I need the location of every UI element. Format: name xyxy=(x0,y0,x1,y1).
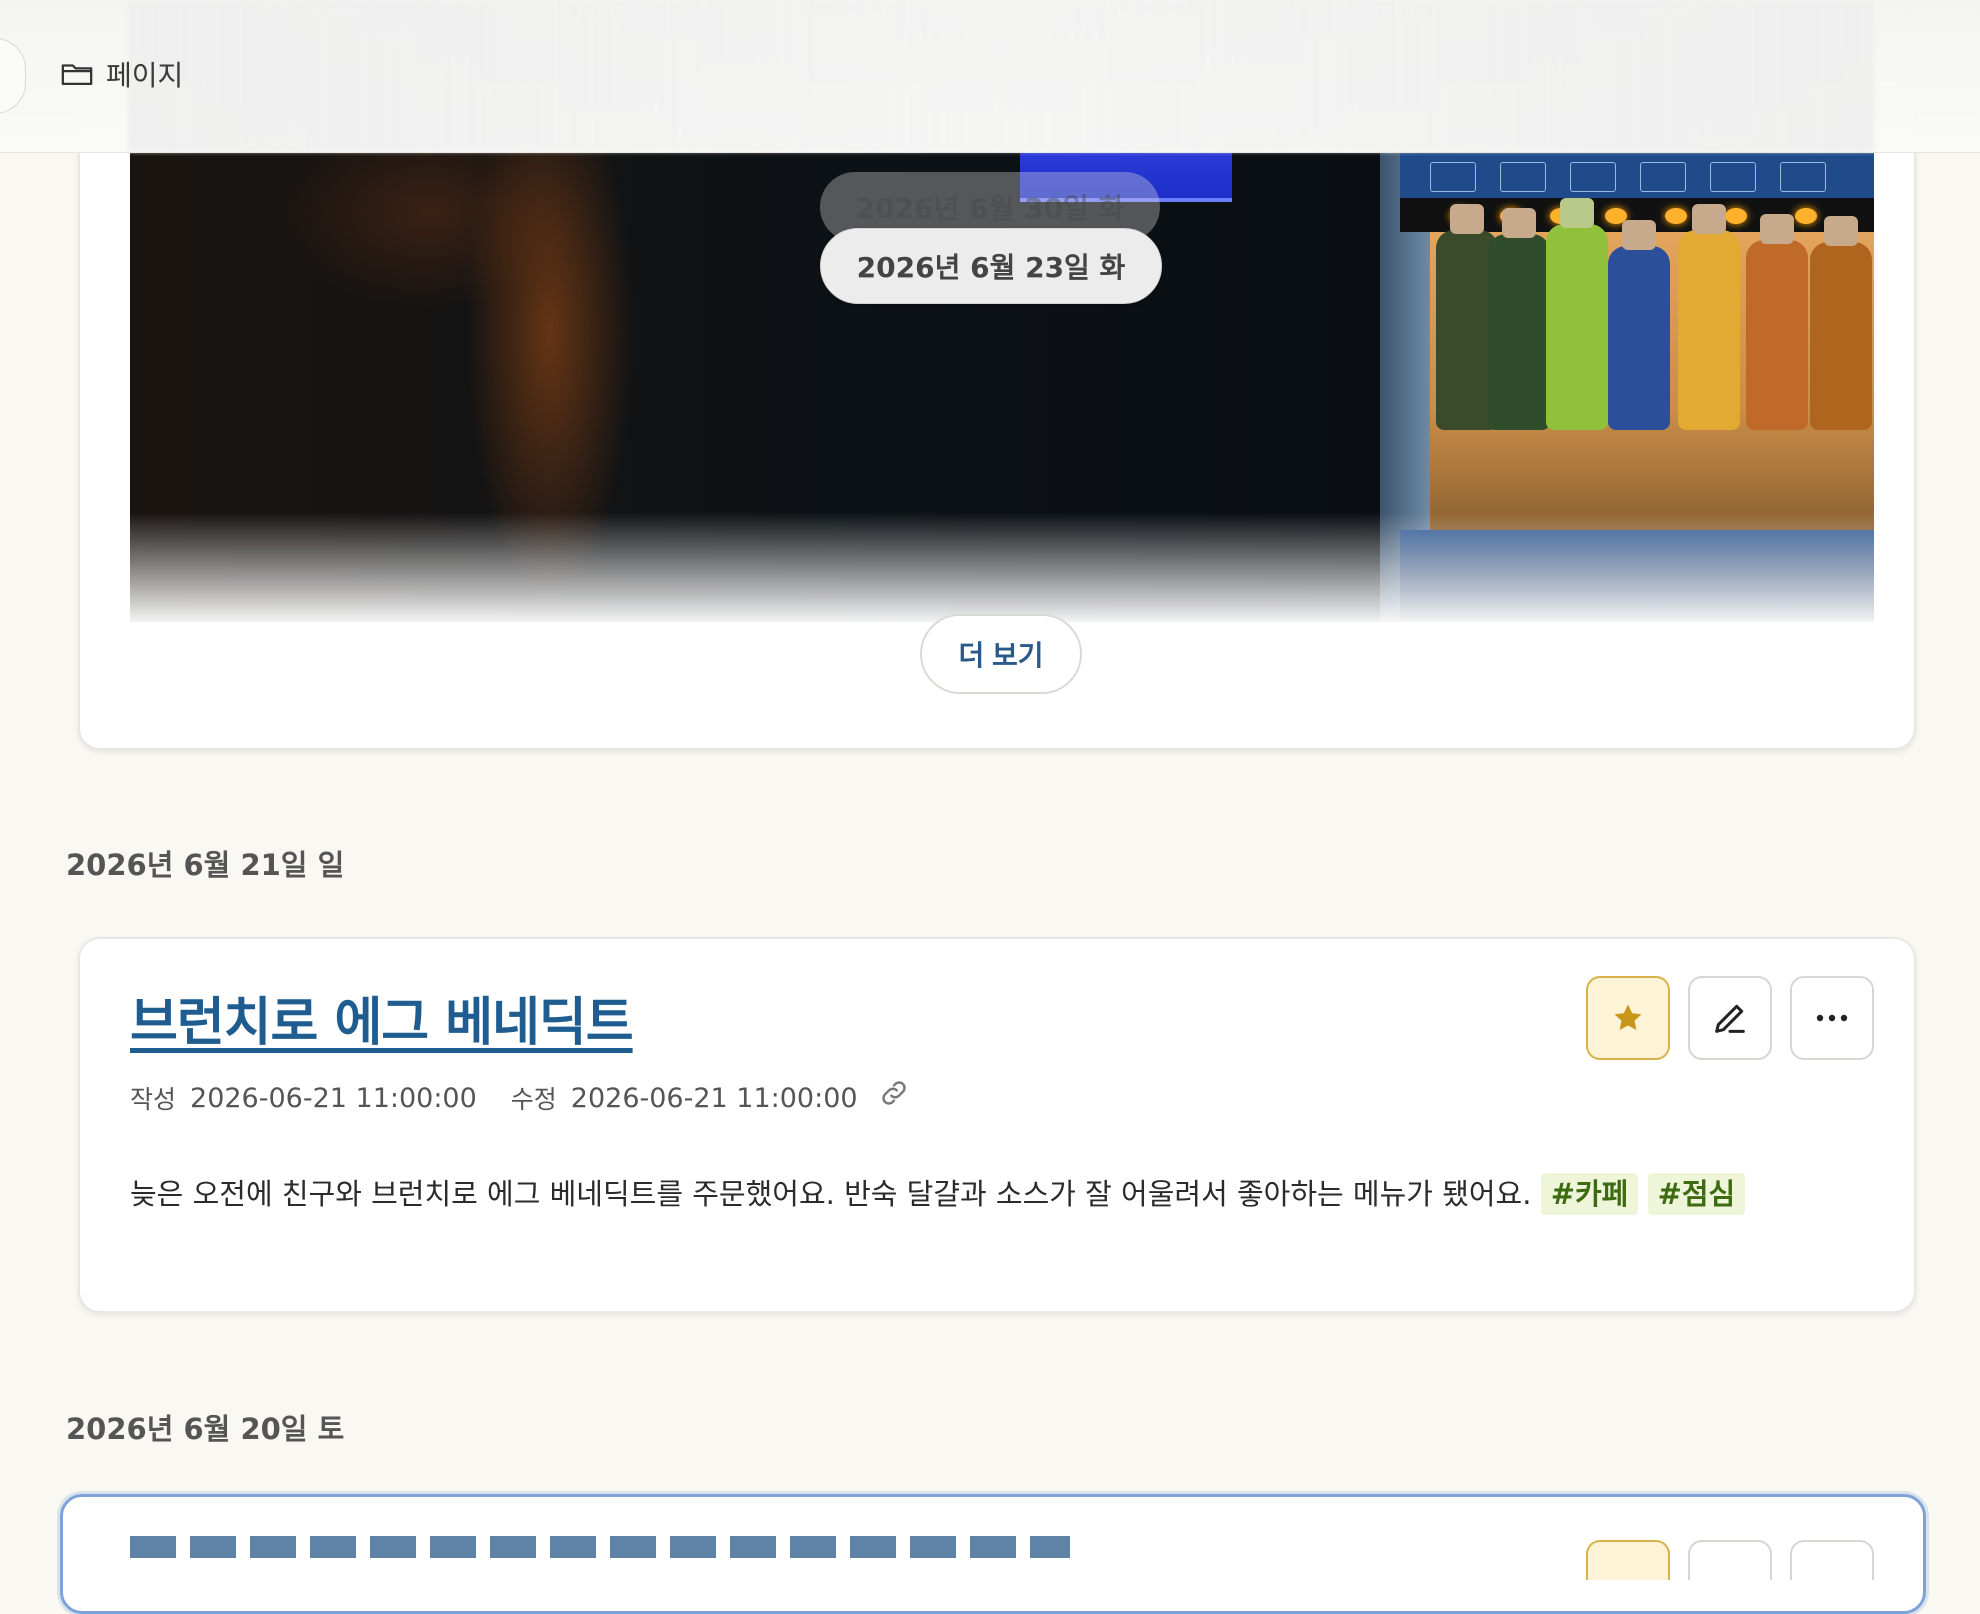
folder-icon xyxy=(61,64,93,86)
entry-meta: 작성 2026-06-21 11:00:00 수정 2026-06-21 11:… xyxy=(130,1080,910,1116)
date-group-heading: 2026년 6월 21일 일 xyxy=(66,848,345,882)
favorite-button[interactable] xyxy=(1586,1540,1670,1580)
show-more-button[interactable]: 더 보기 xyxy=(920,614,1082,694)
more-options-button[interactable] xyxy=(1790,1540,1874,1580)
link-icon[interactable] xyxy=(878,1077,910,1109)
star-icon xyxy=(1614,1004,1642,1031)
more-horizontal-icon xyxy=(1816,1014,1848,1022)
updated-label: 수정 xyxy=(510,1085,557,1114)
breadcrumb[interactable]: 페이지 xyxy=(60,52,183,96)
favorite-button[interactable] xyxy=(1586,976,1670,1060)
updated-timestamp: 2026-06-21 11:00:00 xyxy=(570,1082,858,1114)
created-label: 작성 xyxy=(130,1085,177,1114)
entry-body-text: 늦은 오전에 친구와 브런치로 에그 베네딕트를 주문했어요. 반숙 달걀과 소… xyxy=(130,1177,1532,1211)
pencil-icon xyxy=(1715,1004,1745,1033)
tag-chip[interactable]: #카페 xyxy=(1540,1173,1639,1215)
more-options-button[interactable] xyxy=(1790,976,1874,1060)
breadcrumb-label: 페이지 xyxy=(106,59,184,92)
date-group-heading: 2026년 6월 20일 토 xyxy=(66,1412,345,1446)
entry-body: 늦은 오전에 친구와 브런치로 에그 베네딕트를 주문했어요. 반숙 달걀과 소… xyxy=(130,1166,1870,1222)
entry-title-link-partial[interactable] xyxy=(130,1530,1070,1570)
edit-button[interactable] xyxy=(1688,1540,1772,1580)
tag-chip[interactable]: #점심 xyxy=(1647,1173,1746,1215)
back-button[interactable] xyxy=(0,38,26,114)
top-header: 페이지 xyxy=(0,0,1980,153)
edit-button[interactable] xyxy=(1688,976,1772,1060)
entry-title-link[interactable]: 브런치로 에그 베네딕트 xyxy=(130,980,634,1055)
scroll-date-indicator: 2026년 6월 23일 화 xyxy=(820,228,1162,304)
created-timestamp: 2026-06-21 11:00:00 xyxy=(190,1082,477,1114)
entry-actions xyxy=(1586,976,1874,1060)
